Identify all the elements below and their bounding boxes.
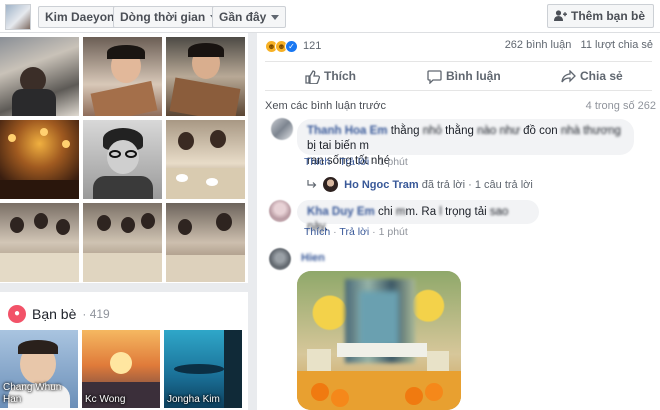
comment-meta: Thích · Trả lời · 1 phút bbox=[304, 156, 408, 168]
friends-header[interactable]: ● Bạn bè · 419 bbox=[8, 304, 110, 324]
avatar bbox=[323, 177, 339, 192]
comments-count[interactable]: 262 bình luận bbox=[505, 39, 572, 51]
like-label: Thích bbox=[324, 69, 356, 83]
comment-time: 1 phút bbox=[378, 226, 408, 238]
photo-thumbnail[interactable] bbox=[166, 37, 245, 116]
photo-thumbnail[interactable] bbox=[83, 203, 162, 282]
avatar[interactable] bbox=[271, 118, 293, 140]
like-reaction-icon: ✓ bbox=[285, 39, 298, 53]
avatar[interactable] bbox=[269, 248, 291, 270]
comment-author[interactable]: Hien bbox=[301, 252, 325, 264]
recent-label: Gần đây bbox=[219, 10, 267, 24]
friend-name: Kc Wong bbox=[85, 394, 126, 405]
avatar[interactable] bbox=[269, 200, 291, 222]
add-friend-icon bbox=[553, 10, 567, 21]
comment-photo[interactable] bbox=[297, 271, 461, 410]
recent-dropdown[interactable]: Gần đây bbox=[212, 6, 287, 28]
shares-count[interactable]: 11 lượt chia sẻ bbox=[581, 39, 653, 51]
reply-text: đã trả lời bbox=[421, 179, 466, 191]
like-button[interactable]: Thích bbox=[305, 62, 356, 90]
comment-author[interactable]: Kha Duy Em bbox=[307, 206, 375, 218]
cover-nav-bar: Kim Daeyong Dòng thời gian Gần đây Thêm … bbox=[0, 0, 660, 33]
reaction-count: 121 bbox=[303, 40, 322, 52]
friend-card[interactable]: Jongha Kim bbox=[164, 330, 242, 408]
comment-like-link[interactable]: Thích bbox=[304, 156, 330, 168]
comment-meta: Thích · Trả lời · 1 phút bbox=[304, 226, 408, 238]
post-panel: ☻ ☻ ✓ 121 262 bình luận 11 lượt chia sẻ … bbox=[257, 33, 660, 410]
photo-thumbnail[interactable] bbox=[166, 120, 245, 199]
chevron-down-icon bbox=[271, 15, 280, 21]
reactions-summary[interactable]: ☻ ☻ ✓ 121 262 bình luận 11 lượt chia sẻ bbox=[265, 37, 657, 55]
post-actions: Thích Bình luận Chia sẻ bbox=[265, 61, 652, 91]
view-previous-comments-link[interactable]: Xem các bình luận trước bbox=[265, 100, 386, 112]
share-icon bbox=[561, 69, 576, 83]
post-stats: 262 bình luận 11 lượt chia sẻ bbox=[505, 39, 653, 51]
friend-card[interactable]: Chang Whun Han bbox=[0, 330, 78, 408]
thumbs-up-icon bbox=[305, 70, 321, 85]
reply-summary[interactable]: Ho Ngoc Tram đã trả lời · 1 câu trả lời bbox=[307, 177, 533, 192]
friends-title: Bạn bè bbox=[32, 306, 77, 322]
comment-author[interactable]: Thanh Hoa Em bbox=[307, 125, 388, 137]
photo-thumbnail[interactable] bbox=[0, 37, 79, 116]
friend-name: Jongha Kim bbox=[167, 394, 220, 405]
comment-button[interactable]: Bình luận bbox=[427, 62, 501, 90]
comment-bubble: Kha Duy Em chi mm. Ra l trọng tải sao nà… bbox=[297, 200, 539, 233]
share-label: Chia sẻ bbox=[580, 69, 623, 83]
comment-bubble: Thanh Hoa Em thằng nhỏ thằng nào như đồ … bbox=[297, 119, 634, 167]
friend-name: Chang Whun Han bbox=[3, 382, 62, 405]
friends-panel: ● Bạn bè · 419 Chang Whun Han Kc Wong Jo… bbox=[0, 292, 248, 410]
reply-author[interactable]: Ho Ngoc Tram bbox=[344, 179, 419, 191]
photos-grid bbox=[0, 33, 248, 283]
comment-reply-link[interactable]: Trả lời bbox=[339, 156, 369, 168]
photo-thumbnail[interactable] bbox=[83, 37, 162, 116]
share-button[interactable]: Chia sẻ bbox=[561, 62, 623, 90]
add-friend-button[interactable]: Thêm bạn bè bbox=[546, 4, 654, 28]
comment-reply-link[interactable]: Trả lời bbox=[339, 226, 369, 238]
comment-label: Bình luận bbox=[446, 69, 501, 83]
left-column: ● Bạn bè · 419 Chang Whun Han Kc Wong Jo… bbox=[0, 33, 248, 410]
photo-thumbnail[interactable] bbox=[166, 203, 245, 282]
photo-thumbnail[interactable] bbox=[0, 203, 79, 282]
profile-thumbnail[interactable] bbox=[5, 4, 31, 30]
friends-icon: ● bbox=[8, 305, 26, 323]
timeline-label: Dòng thời gian bbox=[120, 10, 206, 24]
comment-icon bbox=[427, 70, 442, 85]
friends-count: · 419 bbox=[82, 307, 110, 321]
reply-count: 1 câu trả lời bbox=[474, 179, 533, 191]
photo-thumbnail[interactable] bbox=[83, 120, 162, 199]
comments-pager: 4 trong số 262 bbox=[585, 100, 656, 112]
timeline-dropdown[interactable]: Dòng thời gian bbox=[113, 6, 226, 28]
add-friend-label: Thêm bạn bè bbox=[570, 9, 645, 23]
comment-like-link[interactable]: Thích bbox=[304, 226, 330, 238]
profile-name: Kim Daeyong bbox=[45, 10, 122, 24]
comment-time: 1 phút bbox=[378, 156, 408, 168]
photo-thumbnail[interactable] bbox=[0, 120, 79, 199]
reply-arrow-icon bbox=[307, 180, 317, 188]
friend-card[interactable]: Kc Wong bbox=[82, 330, 160, 408]
